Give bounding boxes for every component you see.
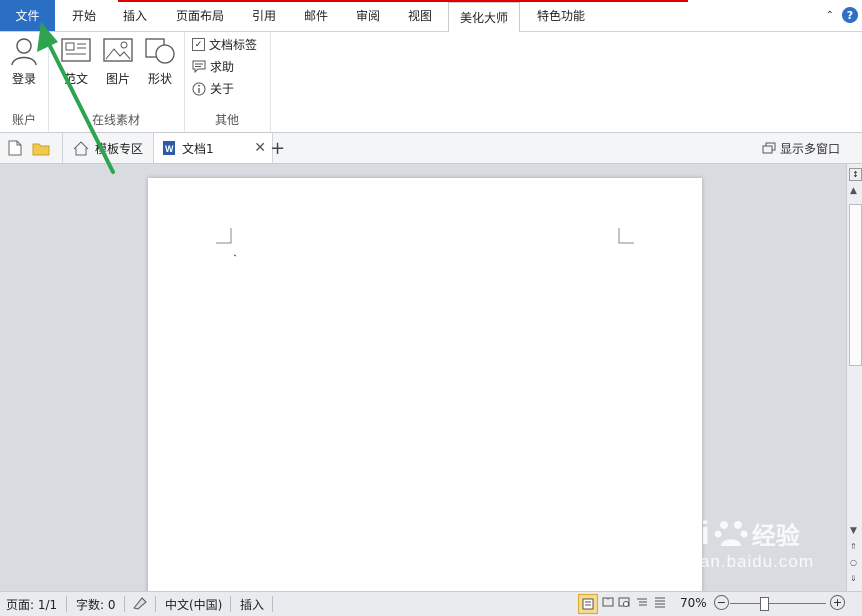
scroll-thumb[interactable] (849, 204, 862, 366)
about-button[interactable]: 关于 (192, 80, 234, 97)
outline-view-icon[interactable] (636, 596, 648, 611)
windows-icon (762, 142, 776, 154)
vertical-scrollbar[interactable]: ↕ ▲ ▼ ⇑ ○ ⇓ (846, 164, 862, 591)
login-label: 登录 (11, 72, 36, 86)
tab-beautify-master[interactable]: 美化大师 (448, 2, 520, 33)
zoom-level[interactable]: 70% (680, 596, 707, 610)
help-icon[interactable]: ? (842, 7, 858, 23)
tab-insert[interactable]: 插入 (112, 0, 158, 31)
document-page[interactable] (148, 178, 702, 598)
baidu-watermark: Bai 经验 jingyan.baidu.com (660, 515, 814, 572)
group-label-online-material: 在线素材 (91, 113, 140, 127)
scroll-up-icon[interactable]: ▲ (850, 186, 857, 196)
file-menu-button[interactable]: 文件 (0, 0, 55, 31)
spellcheck-icon[interactable] (132, 596, 148, 613)
picture-icon (103, 38, 133, 62)
tab-home[interactable]: 开始 (62, 0, 106, 31)
picture-button[interactable]: 图片 (98, 36, 138, 87)
document-tab-bar: 模板专区 W 文档1 ✕ + 显示多窗口 (0, 133, 862, 164)
word-doc-icon: W (163, 141, 175, 155)
menu-bar: 文件 开始 插入 页面布局 引用 邮件 审阅 视图 美化大师 特色功能 ⌃ ? (0, 0, 862, 33)
help-label: 求助 (210, 60, 235, 74)
group-label-account: 账户 (11, 113, 36, 127)
status-separator (272, 596, 273, 612)
template-article-label: 范文 (63, 72, 88, 86)
paw-logo-icon (714, 520, 748, 546)
collapse-ribbon-icon[interactable]: ⌃ (826, 10, 834, 21)
picture-label: 图片 (105, 72, 130, 86)
document-icon (61, 38, 91, 62)
scroll-down-icon[interactable]: ▼ (850, 526, 857, 536)
status-bar: 页面: 1/1 字数: 0 中文(中国) 插入 70% − + (0, 591, 862, 616)
doc-tab-checkbox-label: 文档标签 (209, 38, 258, 52)
page-count[interactable]: 页面: 1/1 (6, 596, 57, 613)
language-indicator[interactable]: 中文(中国) (165, 596, 222, 613)
group-other: ✓ 文档标签 求助 关于 其他 (184, 32, 271, 132)
select-browse-object-icon[interactable]: ○ (850, 558, 857, 567)
next-page-icon[interactable]: ⇓ (850, 574, 857, 583)
page-view-icon[interactable] (578, 594, 598, 614)
tab-special-features[interactable]: 特色功能 (526, 0, 596, 31)
tab-mailings[interactable]: 邮件 (296, 0, 336, 31)
group-account: 登录 账户 (0, 32, 49, 132)
zoom-slider-track[interactable] (730, 603, 826, 604)
group-label-other: 其他 (214, 113, 239, 127)
tab-review[interactable]: 审阅 (348, 0, 388, 31)
status-separator (230, 596, 231, 612)
document-tab-label: 文档1 (182, 141, 214, 156)
tab-page-layout[interactable]: 页面布局 (168, 0, 232, 31)
template-article-button[interactable]: 范文 (56, 36, 96, 87)
status-separator (155, 596, 156, 612)
zoom-slider-thumb[interactable] (760, 597, 769, 611)
prev-page-icon[interactable]: ⇑ (850, 542, 857, 551)
watermark-brand: Bai (660, 515, 710, 551)
svg-text:W: W (165, 144, 174, 154)
checkbox-checked-icon[interactable]: ✓ (192, 38, 205, 51)
word-count[interactable]: 字数: 0 (76, 596, 116, 613)
home-icon (73, 140, 89, 155)
doc-tab-checkbox[interactable]: ✓ 文档标签 (192, 36, 257, 53)
watermark-brand-suffix: 经验 (751, 523, 800, 550)
web-view-icon[interactable] (618, 596, 630, 611)
show-multi-window-label: 显示多窗口 (780, 141, 841, 156)
show-multi-window-button[interactable]: 显示多窗口 (762, 133, 840, 163)
close-tab-icon[interactable]: ✕ (254, 140, 266, 156)
group-online-material: 范文 图片 形状 在线素材 (48, 32, 185, 132)
draft-view-icon[interactable] (654, 596, 666, 611)
zoom-out-icon[interactable]: − (714, 595, 729, 610)
speech-bubble-icon (192, 60, 206, 73)
shape-button[interactable]: 形状 (140, 36, 180, 87)
accent-line (118, 0, 688, 2)
tab-view[interactable]: 视图 (398, 0, 442, 31)
shape-icon (145, 38, 175, 64)
tab-references[interactable]: 引用 (244, 0, 284, 31)
template-zone-tab[interactable]: 模板专区 (62, 133, 155, 163)
user-icon (11, 38, 37, 66)
reading-view-icon[interactable] (602, 596, 614, 611)
zoom-in-icon[interactable]: + (830, 595, 845, 610)
login-button[interactable]: 登录 (4, 36, 44, 87)
watermark-url: jingyan.baidu.com (660, 552, 815, 571)
new-document-icon[interactable] (8, 133, 22, 163)
open-folder-icon[interactable] (32, 133, 50, 163)
insert-mode-indicator[interactable]: 插入 (240, 596, 264, 613)
shape-label: 形状 (147, 72, 172, 86)
ribbon: 登录 账户 范文 图片 形状 在线素材 ✓ 文档标签 求助 关于 其他 (0, 32, 862, 133)
info-icon (192, 82, 206, 95)
document-tab[interactable]: W 文档1 ✕ (154, 133, 273, 163)
ruler-toggle-icon[interactable]: ↕ (849, 168, 862, 181)
add-tab-icon[interactable]: + (270, 133, 285, 163)
status-separator (66, 596, 67, 612)
margin-marks (216, 228, 634, 257)
status-separator (124, 596, 125, 612)
help-button[interactable]: 求助 (192, 58, 234, 75)
about-label: 关于 (210, 82, 235, 96)
template-zone-label: 模板专区 (95, 141, 144, 156)
